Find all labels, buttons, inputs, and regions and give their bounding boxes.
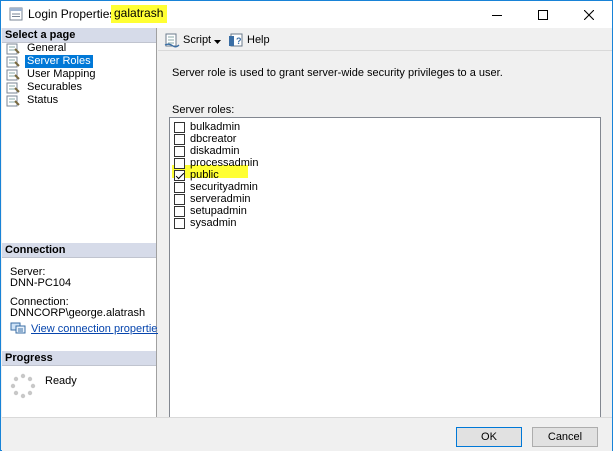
page-item-label: Securables [27, 81, 83, 93]
role-label: sysadmin [190, 217, 237, 229]
role-checkbox[interactable] [174, 194, 185, 205]
page-item-label: User Mapping [27, 68, 96, 80]
help-icon: ? [229, 33, 243, 47]
role-checkbox[interactable] [174, 122, 185, 133]
script-dropdown-button[interactable] [214, 33, 224, 49]
script-icon [164, 33, 180, 48]
wrench-page-icon [6, 56, 20, 67]
role-checkbox[interactable] [174, 218, 185, 229]
role-checkbox[interactable] [174, 182, 185, 193]
select-page-header: Select a page [2, 28, 156, 43]
maximize-icon [538, 9, 548, 20]
server-roles-list[interactable]: bulkadmin dbcreator diskadmin processadm… [169, 117, 601, 444]
page-item-general[interactable]: General [6, 42, 97, 55]
chevron-down-icon [214, 40, 221, 44]
svg-text:?: ? [236, 36, 242, 46]
wrench-page-icon [6, 82, 20, 93]
main-content: Server role is used to grant server-wide… [158, 52, 612, 444]
progress-header: Progress [2, 351, 156, 366]
login-properties-icon [9, 7, 23, 21]
left-panel: Select a page General Server Roles User … [2, 28, 163, 417]
login-properties-window: Login Properties - galatrash Select a pa… [0, 0, 613, 451]
progress-status: Ready [45, 375, 77, 387]
page-item-label: General [27, 42, 67, 54]
wrench-page-icon [6, 69, 20, 80]
close-icon [584, 9, 594, 20]
minimize-button[interactable] [474, 1, 520, 28]
role-item-sysadmin[interactable]: sysadmin [174, 217, 237, 230]
server-value: DNN-PC104 [10, 277, 72, 289]
page-list: General Server Roles User Mapping Secura… [6, 42, 97, 107]
role-checkbox[interactable] [174, 206, 185, 217]
cancel-button[interactable]: Cancel [532, 427, 598, 447]
page-item-status[interactable]: Status [6, 94, 97, 107]
page-item-label: Server Roles [25, 55, 93, 68]
wrench-page-icon [6, 43, 20, 54]
window-title-login-name: galatrash [111, 5, 168, 23]
page-item-server-roles[interactable]: Server Roles [6, 55, 97, 68]
script-button[interactable]: Script [164, 32, 211, 48]
server-roles-description: Server role is used to grant server-wide… [172, 67, 503, 79]
role-checkbox[interactable] [174, 134, 185, 145]
wrench-page-icon [6, 95, 20, 106]
role-checkbox[interactable] [174, 146, 185, 157]
connection-properties-icon [10, 322, 26, 334]
page-item-securables[interactable]: Securables [6, 81, 97, 94]
role-checkbox[interactable] [174, 158, 185, 169]
ok-button[interactable]: OK [456, 427, 522, 447]
minimize-icon [492, 14, 502, 16]
dialog-button-bar: OK Cancel [2, 417, 612, 451]
script-label: Script [183, 34, 212, 46]
help-button[interactable]: ? Help [228, 32, 270, 48]
maximize-button[interactable] [520, 1, 566, 28]
close-button[interactable] [566, 1, 612, 28]
connection-value: DNNCORP\george.alatrash [10, 307, 146, 319]
page-item-user-mapping[interactable]: User Mapping [6, 68, 97, 81]
connection-header: Connection [2, 243, 156, 258]
progress-spinner-icon [10, 373, 36, 399]
view-connection-properties-link[interactable]: View connection properties [31, 323, 163, 335]
title-bar[interactable]: Login Properties - galatrash [1, 1, 612, 28]
server-roles-label: Server roles: [172, 104, 235, 116]
page-item-label: Status [27, 94, 59, 106]
window-title: Login Properties - [28, 7, 123, 21]
toolbar: Script ? Help [158, 29, 612, 51]
role-checkbox-checked[interactable] [174, 170, 185, 181]
help-label: Help [247, 34, 270, 46]
